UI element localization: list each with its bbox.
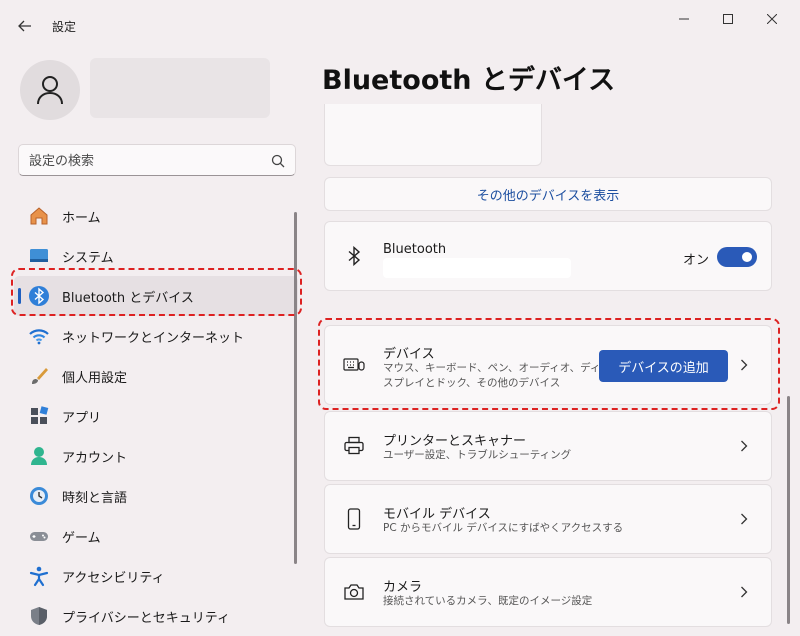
bluetooth-toggle-label: オン [683,253,710,268]
title-bar: 設定 [0,0,800,48]
search-box[interactable] [18,144,296,176]
camera-icon [343,581,365,603]
selection-indicator [18,288,21,304]
maximize-icon [723,14,733,24]
system-icon [28,245,50,267]
toggle-knob [742,252,752,262]
devices-description: マウス、キーボード、ペン、オーディオ、ディスプレイとドック、その他のデバイス [383,362,601,389]
devices-title: デバイス [383,347,435,362]
avatar[interactable] [20,60,80,120]
device-card[interactable] [324,104,542,166]
search-icon[interactable] [271,154,285,168]
app-title: 設定 [52,20,77,34]
bluetooth-icon [28,285,50,307]
apps-icon [28,405,50,427]
sidebar-item-home[interactable]: ホーム [14,196,298,236]
sidebar-item-personalization[interactable]: 個人用設定 [14,356,298,396]
chevron-right-icon [737,439,751,453]
sidebar-item-system[interactable]: システム [14,236,298,276]
sidebar-item-bluetooth[interactable]: Bluetooth とデバイス [14,276,298,316]
back-button[interactable] [10,12,40,40]
bluetooth-title: Bluetooth [383,242,447,257]
mobile-devices-title: モバイル デバイス [383,507,491,522]
arrow-left-icon [18,20,31,32]
phone-icon [343,508,365,530]
devices-row[interactable]: デバイス マウス、キーボード、ペン、オーディオ、ディスプレイとドック、その他のデ… [324,325,772,405]
sidebar-item-label: ホーム [62,210,101,226]
printers-row[interactable]: プリンターとスキャナー ユーザー設定、トラブルシューティング [324,411,772,481]
sidebar-item-accounts[interactable]: アカウント [14,436,298,476]
camera-row[interactable]: カメラ 接続されているカメラ、既定のイメージ設定 [324,557,772,627]
minimize-icon [679,18,689,20]
bluetooth-card: Bluetooth オン [324,221,772,291]
page-title: Bluetooth とデバイス [322,65,616,96]
camera-title: カメラ [383,580,423,595]
chevron-right-icon [737,358,751,372]
sidebar-item-label: ネットワークとインターネット [62,330,245,346]
printers-description: ユーザー設定、トラブルシューティング [383,449,572,461]
minimize-button[interactable] [664,6,704,32]
gamepad-icon [28,525,50,547]
printer-icon [343,435,365,457]
shield-icon [28,605,50,627]
show-more-devices-button[interactable]: その他のデバイスを表示 [324,177,772,211]
settings-window: 設定 ホーム システム [0,0,800,636]
account-icon [28,445,50,467]
sidebar-item-gaming[interactable]: ゲーム [14,516,298,556]
accessibility-icon [28,565,50,587]
main-scrollbar[interactable] [787,396,790,624]
bluetooth-toggle[interactable] [717,247,757,267]
close-icon [767,14,777,24]
sidebar-item-label: 個人用設定 [62,370,128,386]
sidebar-item-label: Bluetooth とデバイス [62,290,194,306]
bluetooth-icon [343,245,365,267]
sidebar-nav: ホーム システム Bluetooth とデバイス ネットワークとインターネット [14,196,298,636]
camera-description: 接続されているカメラ、既定のイメージ設定 [383,595,593,607]
add-device-button[interactable]: デバイスの追加 [599,350,728,382]
sidebar-item-accessibility[interactable]: アクセシビリティ [14,556,298,596]
mobile-devices-description: PC からモバイル デバイスにすばやくアクセスする [383,522,624,534]
sidebar-item-label: プライバシーとセキュリティ [62,610,230,626]
chevron-right-icon [737,585,751,599]
clock-globe-icon [28,485,50,507]
account-name-redacted [90,58,270,118]
keyboard-mouse-icon [343,354,365,376]
show-more-devices-label: その他のデバイスを表示 [476,188,620,204]
close-button[interactable] [752,6,792,32]
sidebar-item-label: アカウント [62,450,128,466]
mobile-devices-row[interactable]: モバイル デバイス PC からモバイル デバイスにすばやくアクセスする [324,484,772,554]
bluetooth-device-name-redacted [383,258,571,278]
brush-icon [28,365,50,387]
user-icon [37,76,63,105]
sidebar-item-label: アクセシビリティ [62,570,165,586]
sidebar-item-network[interactable]: ネットワークとインターネット [14,316,298,356]
sidebar-item-apps[interactable]: アプリ [14,396,298,436]
search-input[interactable] [29,151,259,171]
home-icon [28,205,50,227]
printers-title: プリンターとスキャナー [383,434,527,449]
maximize-button[interactable] [708,6,748,32]
sidebar-item-time-language[interactable]: 時刻と言語 [14,476,298,516]
sidebar-item-label: アプリ [62,410,102,426]
sidebar-item-label: 時刻と言語 [62,490,128,506]
wifi-icon [28,325,50,347]
chevron-right-icon [737,512,751,526]
sidebar-item-label: ゲーム [62,530,101,546]
sidebar-scrollbar[interactable] [294,212,297,564]
sidebar-item-privacy[interactable]: プライバシーとセキュリティ [14,596,298,636]
sidebar-item-label: システム [62,250,114,266]
